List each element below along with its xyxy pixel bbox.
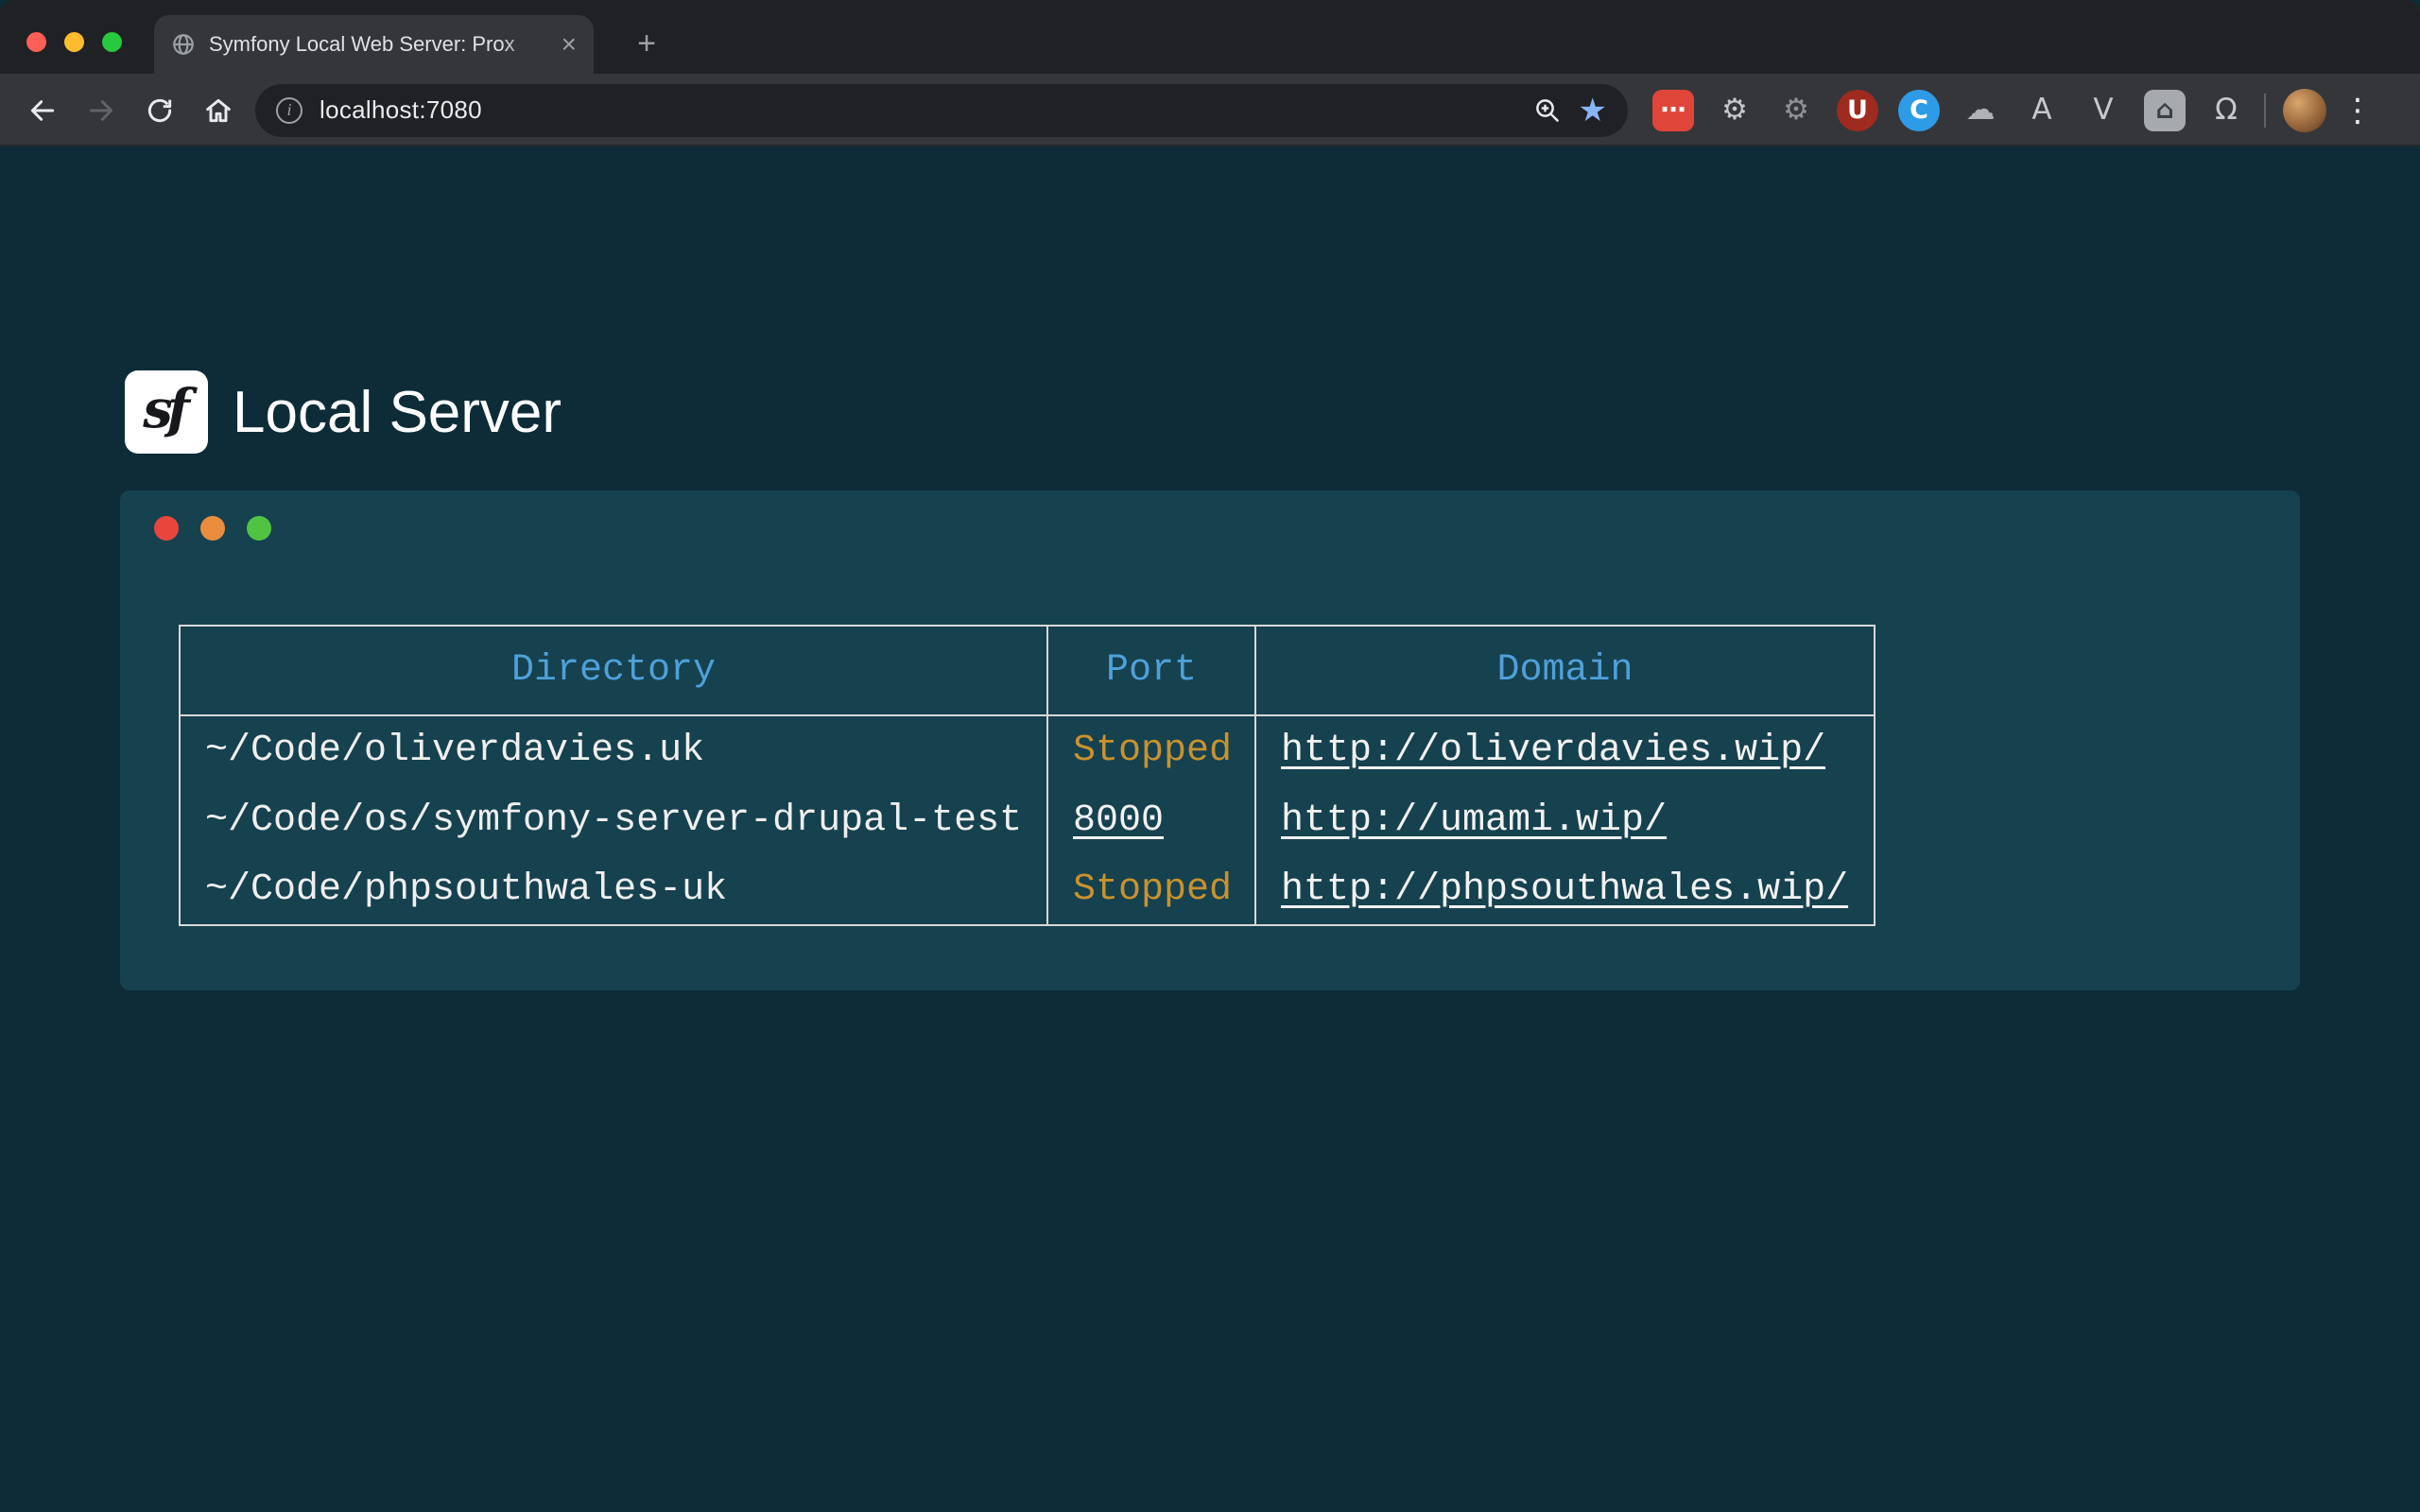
extension-blue-circle-icon[interactable]: C bbox=[1898, 90, 1940, 131]
domain-cell: http://phpsouthwales.wip/ bbox=[1255, 855, 1875, 925]
browser-window: Symfony Local Web Server: Prox × + bbox=[0, 0, 2420, 1512]
column-header-directory: Directory bbox=[180, 626, 1047, 715]
port-cell: Stopped bbox=[1047, 855, 1255, 925]
minimize-window-button[interactable] bbox=[64, 32, 84, 52]
panel-dot-orange-icon bbox=[200, 516, 225, 541]
column-header-domain: Domain bbox=[1255, 626, 1875, 715]
back-button[interactable] bbox=[13, 81, 72, 140]
port-cell: Stopped bbox=[1047, 715, 1255, 785]
table-row: ~/Code/phpsouthwales-ukStopped http://php… bbox=[180, 855, 1875, 925]
extension-gear-light-icon[interactable]: ⚙ bbox=[1714, 90, 1755, 131]
extension-ublock-icon[interactable]: U bbox=[1837, 90, 1878, 131]
table-row: ~/Code/os/symfony-server-drupal-test 8000… bbox=[180, 785, 1875, 855]
browser-tab[interactable]: Symfony Local Web Server: Prox × bbox=[154, 15, 594, 74]
profile-avatar[interactable] bbox=[2283, 89, 2326, 132]
bookmark-star-icon[interactable]: ★ bbox=[1579, 94, 1607, 127]
tab-strip: Symfony Local Web Server: Prox × + bbox=[0, 0, 2420, 74]
server-table: Directory Port Domain ~/Code/oliverdavie… bbox=[179, 625, 1876, 926]
close-window-button[interactable] bbox=[26, 32, 46, 52]
panel-dot-green-icon bbox=[247, 516, 271, 541]
reload-button[interactable] bbox=[130, 81, 189, 140]
forward-button[interactable] bbox=[72, 81, 130, 140]
page-content: sf Local Server Directory Port Domain bbox=[0, 146, 2420, 1512]
zoom-icon[interactable] bbox=[1533, 96, 1562, 125]
address-input[interactable]: localhost:7080 bbox=[320, 95, 482, 125]
page-title: Local Server bbox=[233, 379, 562, 446]
extension-gray-tile-icon[interactable]: ⌂ bbox=[2144, 90, 2186, 131]
table-row: ~/Code/oliverdavies.ukStopped http://oliv… bbox=[180, 715, 1875, 785]
home-button[interactable] bbox=[189, 81, 248, 140]
panel-window-dots bbox=[154, 516, 271, 541]
browser-menu-icon[interactable]: ⋮ bbox=[2342, 92, 2374, 129]
table-header-row: Directory Port Domain bbox=[180, 626, 1875, 715]
extension-v-icon[interactable]: V bbox=[2083, 90, 2124, 131]
site-info-icon[interactable]: i bbox=[276, 97, 302, 124]
directory-cell: ~/Code/phpsouthwales-uk bbox=[180, 855, 1047, 925]
extension-cloud-icon[interactable]: ☁ bbox=[1960, 90, 2001, 131]
address-bar[interactable]: i localhost:7080 ★ bbox=[255, 84, 1628, 137]
globe-favicon-icon bbox=[171, 32, 196, 57]
server-table-body: ~/Code/oliverdavies.ukStopped http://oliv… bbox=[180, 715, 1875, 925]
port-cell: 8000 bbox=[1047, 785, 1255, 855]
port-link[interactable]: 8000 bbox=[1073, 799, 1164, 842]
domain-cell: http://oliverdavies.wip/ bbox=[1255, 715, 1875, 785]
symfony-logo-icon: sf bbox=[125, 370, 208, 454]
extension-a-icon[interactable]: A bbox=[2021, 90, 2063, 131]
extension-octopus-icon[interactable]: Ω bbox=[2205, 90, 2247, 131]
domain-link[interactable]: http://phpsouthwales.wip/ bbox=[1281, 868, 1848, 911]
domain-link[interactable]: http://umami.wip/ bbox=[1281, 799, 1667, 842]
symfony-logo-text: sf bbox=[143, 378, 184, 440]
zoom-window-button[interactable] bbox=[102, 32, 122, 52]
browser-toolbar: i localhost:7080 ★ ⋯ ⚙ ⚙ UC ☁ AV ⌂ Ω ⋮ bbox=[0, 74, 2420, 146]
directory-cell: ~/Code/oliverdavies.uk bbox=[180, 715, 1047, 785]
extensions-area: ⋯ ⚙ ⚙ UC ☁ AV ⌂ Ω bbox=[1652, 90, 2247, 131]
new-tab-button[interactable]: + bbox=[628, 25, 666, 62]
extension-gear-dark-icon[interactable]: ⚙ bbox=[1775, 90, 1817, 131]
tab-close-icon[interactable]: × bbox=[562, 31, 577, 58]
panel-dot-red-icon bbox=[154, 516, 179, 541]
server-panel: Directory Port Domain ~/Code/oliverdavie… bbox=[120, 490, 2300, 990]
brand: sf Local Server bbox=[125, 370, 562, 454]
column-header-port: Port bbox=[1047, 626, 1255, 715]
toolbar-divider bbox=[2264, 94, 2266, 128]
domain-link[interactable]: http://oliverdavies.wip/ bbox=[1281, 730, 1825, 772]
traffic-lights bbox=[26, 32, 122, 52]
extension-red-tile-icon[interactable]: ⋯ bbox=[1652, 90, 1694, 131]
directory-cell: ~/Code/os/symfony-server-drupal-test bbox=[180, 785, 1047, 855]
domain-cell: http://umami.wip/ bbox=[1255, 785, 1875, 855]
tab-title: Symfony Local Web Server: Prox bbox=[209, 32, 548, 57]
